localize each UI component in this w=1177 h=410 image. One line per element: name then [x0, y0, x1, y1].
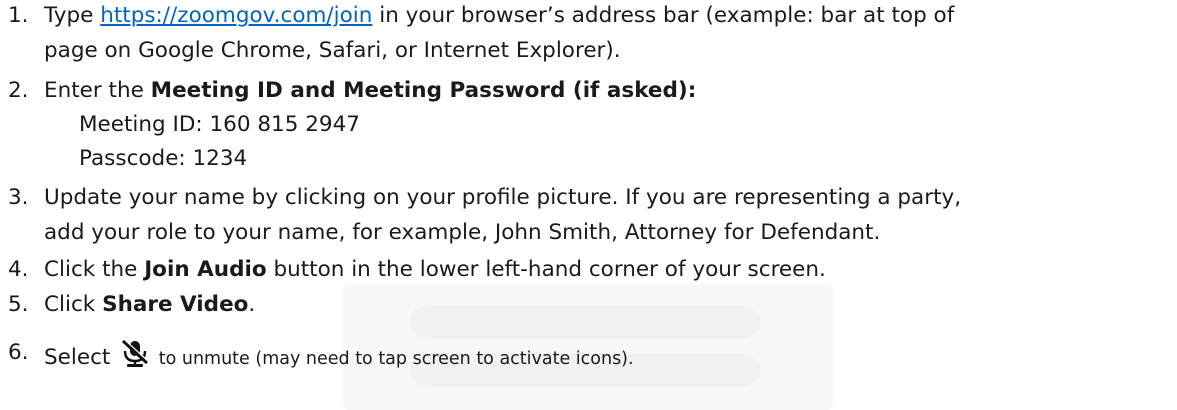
step-text: Update your name by clicking on your pro… [44, 185, 962, 210]
passcode: Passcode: 1234 [79, 146, 248, 171]
step-text: Enter the [44, 78, 151, 103]
step-text: Click the [44, 257, 145, 282]
meeting-id: Meeting ID: 160 815 2947 [79, 112, 360, 137]
step-text: page on Google Chrome, Safari, or Intern… [44, 38, 621, 63]
step-text: Type [44, 3, 101, 28]
step-text: in your browser’s address bar (example: … [372, 3, 955, 28]
step-number: 5. [8, 292, 29, 317]
step-text: button in the lower left-hand corner of … [266, 257, 826, 282]
step-number: 2. [8, 78, 29, 103]
step-text: to unmute (may need to tap screen to act… [153, 349, 634, 369]
step-number: 6. [8, 340, 29, 365]
step-text: Click [44, 292, 103, 317]
step-text: Select [44, 345, 118, 370]
step-number: 3. [8, 185, 29, 210]
zoomgov-join-link[interactable]: https://zoomgov.com/join [100, 3, 372, 28]
background-watermark-bar [410, 305, 760, 339]
step-text: . [248, 292, 256, 317]
step-bold-text: Share Video [102, 292, 249, 317]
step-bold-text: Meeting ID and Meeting Password (if aske… [150, 78, 697, 103]
step-bold-text: Join Audio [144, 257, 267, 282]
muted-microphone-icon [117, 338, 153, 368]
step-text: add your role to your name, for example,… [44, 220, 881, 245]
step-number: 1. [8, 3, 29, 28]
step-number: 4. [8, 257, 29, 282]
